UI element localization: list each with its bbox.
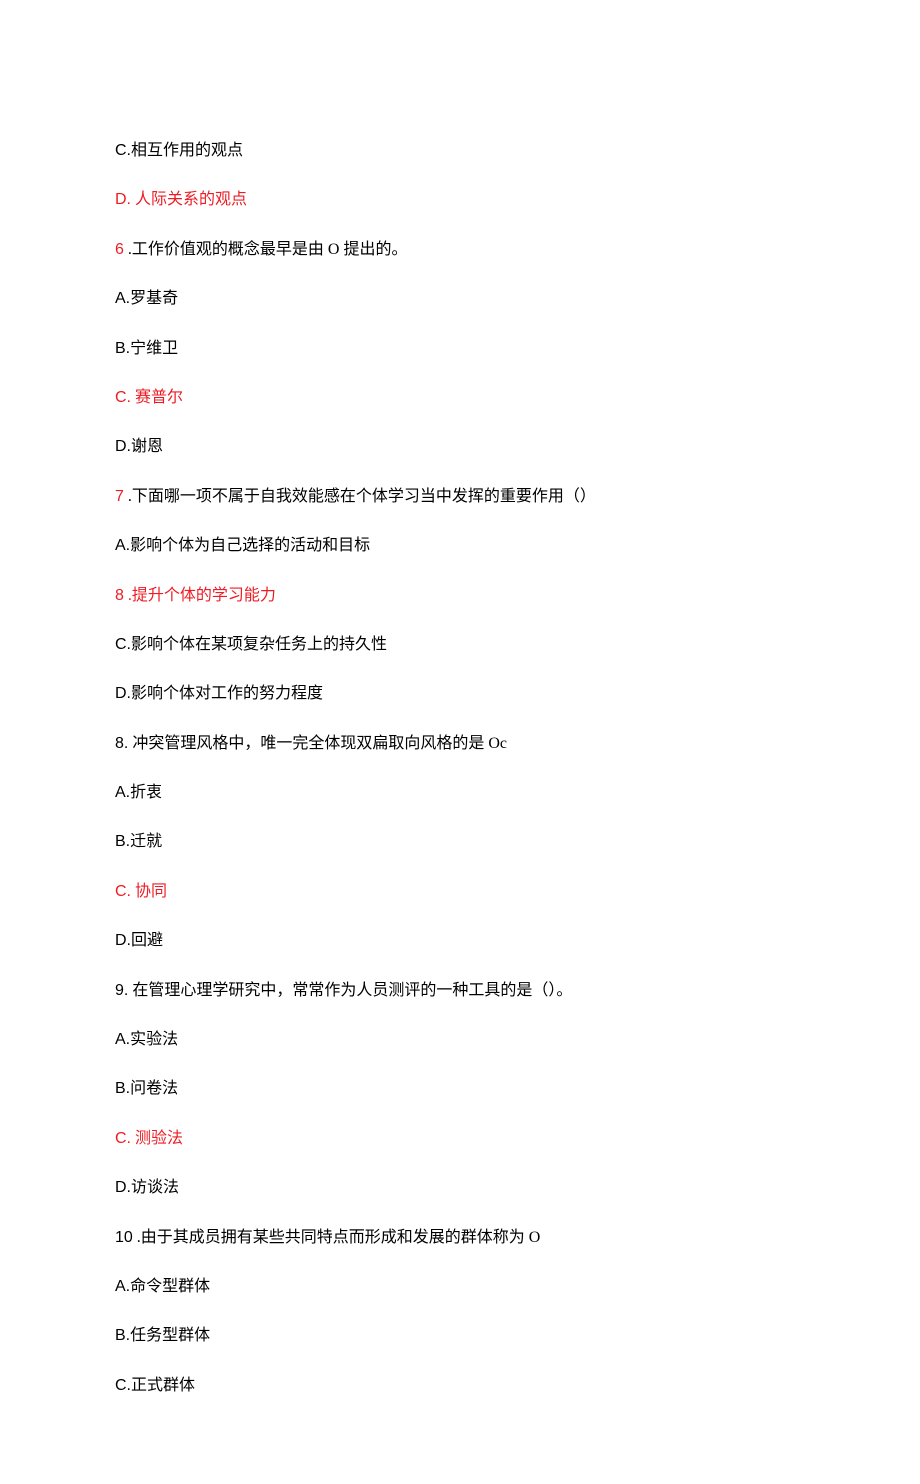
line-prefix: C. [115,883,131,900]
line-text: 罗基奇 [130,290,178,307]
line-prefix: 6 [115,241,124,258]
text-line: C.正式群体 [115,1375,805,1397]
line-prefix: 9. [115,982,128,999]
line-prefix: 10 [115,1229,133,1246]
text-line: D.影响个体对工作的努力程度 [115,683,805,705]
line-prefix: C. [115,389,131,406]
text-line: C. 赛普尔 [115,387,805,409]
line-prefix: D. [115,438,131,455]
text-line: B.宁维卫 [115,338,805,360]
line-prefix: 7 [115,488,124,505]
line-text: 任务型群体 [130,1327,210,1344]
line-prefix: D. [115,685,131,702]
text-line: C. 测验法 [115,1128,805,1150]
line-text: 影响个体在某项复杂任务上的持久性 [131,636,387,653]
line-text: 测验法 [135,1130,183,1147]
line-text: 宁维卫 [130,340,178,357]
line-prefix: C. [115,1130,131,1147]
line-text: 影响个体对工作的努力程度 [131,685,323,702]
line-prefix: A. [115,537,130,554]
text-line: A.影响个体为自己选择的活动和目标 [115,535,805,557]
line-prefix: B. [115,833,130,850]
line-text: 相互作用的观点 [131,142,243,159]
line-text: 赛普尔 [135,389,183,406]
line-text: 谢恩 [131,438,163,455]
text-line: A.实验法 [115,1029,805,1051]
line-prefix: C. [115,142,131,159]
line-text: 折衷 [130,784,162,801]
line-prefix: A. [115,784,130,801]
text-line: B.问卷法 [115,1078,805,1100]
line-text: 实验法 [130,1031,178,1048]
document-page: C.相互作用的观点D. 人际关系的观点6 .工作价值观的概念最早是由 O 提出的… [0,0,920,1484]
line-prefix: A. [115,1278,130,1295]
line-prefix: A. [115,1031,130,1048]
text-line: 8 .提升个体的学习能力 [115,585,805,607]
line-text: .下面哪一项不属于自我效能感在个体学习当中发挥的重要作用（） [124,488,596,505]
line-prefix: 8. [115,735,128,752]
line-prefix: B. [115,1080,130,1097]
line-text: 访谈法 [131,1179,179,1196]
line-text: 人际关系的观点 [135,191,247,208]
text-line: C.相互作用的观点 [115,140,805,162]
text-line: D.回避 [115,930,805,952]
line-text: .提升个体的学习能力 [124,587,276,604]
line-text: .由于其成员拥有某些共同特点而形成和发展的群体称为 O [133,1229,541,1246]
text-line: 8. 冲突管理风格中，唯一完全体现双扁取向风格的是 Oc [115,733,805,755]
line-text: 问卷法 [130,1080,178,1097]
text-line: 10 .由于其成员拥有某些共同特点而形成和发展的群体称为 O [115,1227,805,1249]
text-line: B.任务型群体 [115,1325,805,1347]
text-line: A.折衷 [115,782,805,804]
line-prefix: C. [115,1377,131,1394]
text-line: 9. 在管理心理学研究中，常常作为人员测评的一种工具的是（）。 [115,980,805,1002]
line-text: 回避 [131,932,163,949]
line-text: 正式群体 [131,1377,195,1394]
line-prefix: 8 [115,587,124,604]
line-text: .工作价值观的概念最早是由 O 提出的。 [124,241,408,258]
line-text: 协同 [135,883,167,900]
line-text: 冲突管理风格中，唯一完全体现双扁取向风格的是 Oc [128,735,507,752]
line-text: 在管理心理学研究中，常常作为人员测评的一种工具的是（）。 [128,982,572,999]
text-line: A.罗基奇 [115,288,805,310]
line-prefix: C. [115,636,131,653]
line-text: 影响个体为自己选择的活动和目标 [130,537,370,554]
text-line: C.影响个体在某项复杂任务上的持久性 [115,634,805,656]
text-line: D. 人际关系的观点 [115,189,805,211]
text-line: 6 .工作价值观的概念最早是由 O 提出的。 [115,239,805,261]
line-prefix: D. [115,932,131,949]
text-line: B.迁就 [115,831,805,853]
line-text: 迁就 [130,833,162,850]
line-prefix: B. [115,1327,130,1344]
line-prefix: B. [115,340,130,357]
text-line: D.谢恩 [115,436,805,458]
text-line: 7 .下面哪一项不属于自我效能感在个体学习当中发挥的重要作用（） [115,486,805,508]
text-line: D.访谈法 [115,1177,805,1199]
text-line: C. 协同 [115,881,805,903]
line-prefix: D. [115,1179,131,1196]
text-line: A.命令型群体 [115,1276,805,1298]
line-prefix: D. [115,191,131,208]
line-prefix: A. [115,290,130,307]
line-text: 命令型群体 [130,1278,210,1295]
